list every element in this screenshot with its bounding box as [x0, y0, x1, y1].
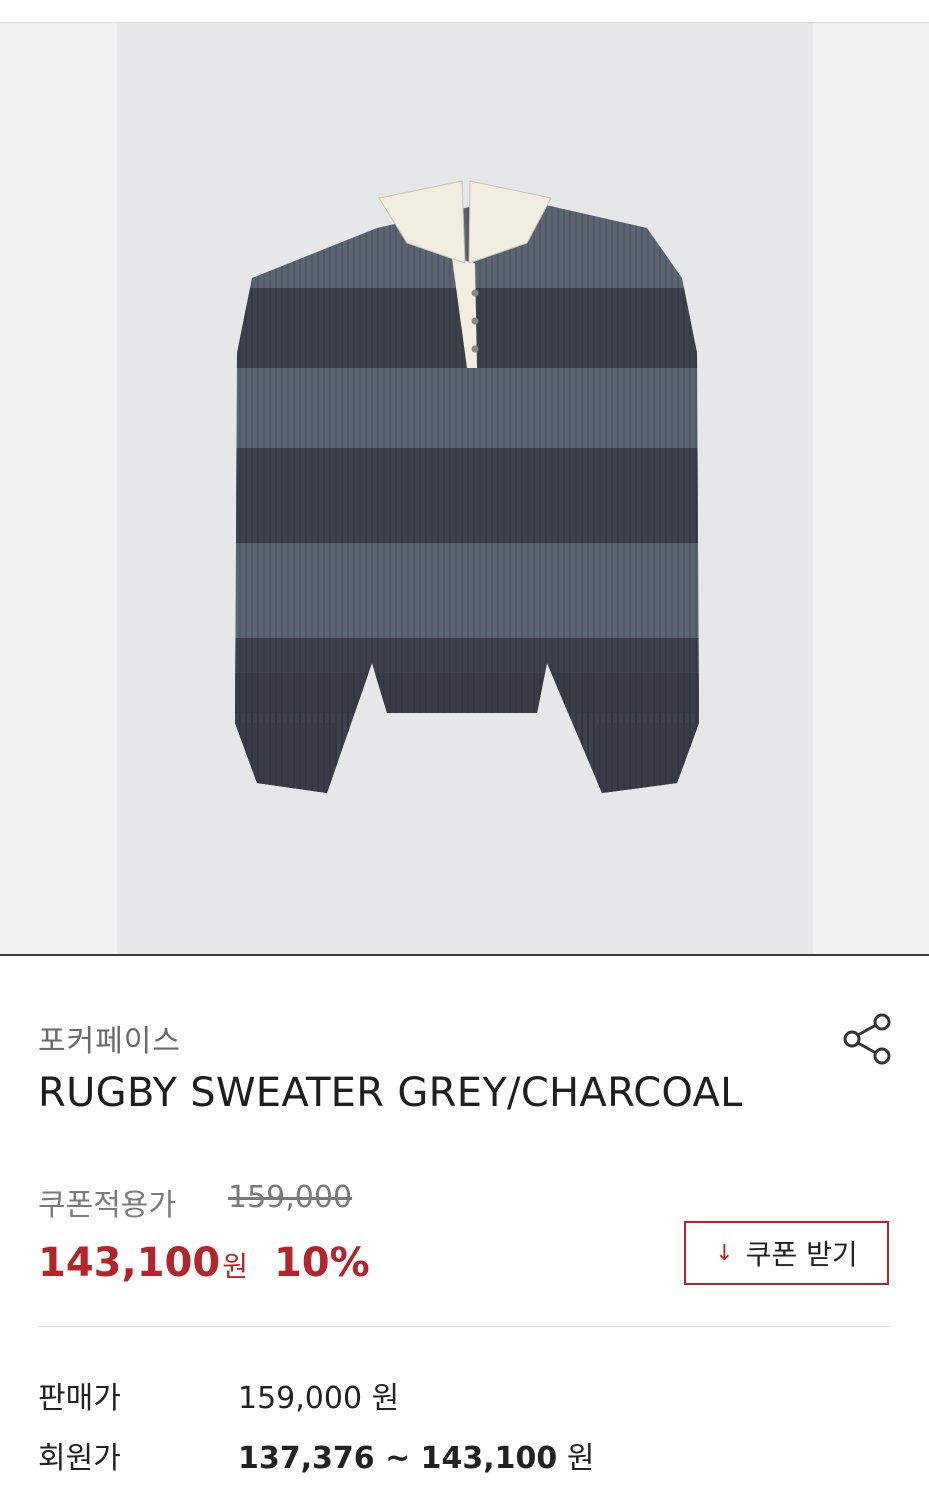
get-coupon-button[interactable]: ↓ 쿠폰 받기 — [684, 1221, 889, 1285]
discount-rate: 10% — [273, 1240, 370, 1286]
member-price-amount: 137,376 ~ 143,100 — [238, 1441, 558, 1476]
get-coupon-label: 쿠폰 받기 — [745, 1238, 858, 1271]
sweater-illustration — [235, 180, 699, 793]
brand-name[interactable]: 포커페이스 — [38, 1016, 181, 1060]
product-image-area[interactable] — [0, 23, 929, 954]
sale-price: 143,100 — [38, 1240, 221, 1286]
member-price-value: 137,376 ~ 143,100 원 — [238, 1433, 594, 1477]
share-button[interactable] — [838, 1010, 896, 1068]
share-icon — [843, 1013, 891, 1065]
member-price-unit: 원 — [557, 1441, 595, 1476]
coupon-price-label: 쿠폰적용가 — [38, 1188, 176, 1223]
product-image — [117, 23, 813, 954]
list-price-unit: 원 — [362, 1381, 400, 1416]
original-price: 159,000 — [228, 1180, 353, 1215]
download-arrow-icon: ↓ — [715, 1240, 734, 1266]
sale-price-block: 143,100원 10% — [38, 1240, 370, 1286]
sale-price-unit: 원 — [222, 1250, 248, 1283]
list-price-amount: 159,000 — [238, 1381, 363, 1416]
section-divider — [0, 954, 929, 956]
price-divider — [38, 1326, 891, 1327]
list-price-label: 판매가 — [38, 1381, 121, 1416]
list-price-value: 159,000 원 — [238, 1373, 399, 1417]
top-bar — [0, 0, 929, 23]
product-title: RUGBY SWEATER GREY/CHARCOAL — [38, 1070, 743, 1116]
member-price-label: 회원가 — [38, 1441, 121, 1476]
